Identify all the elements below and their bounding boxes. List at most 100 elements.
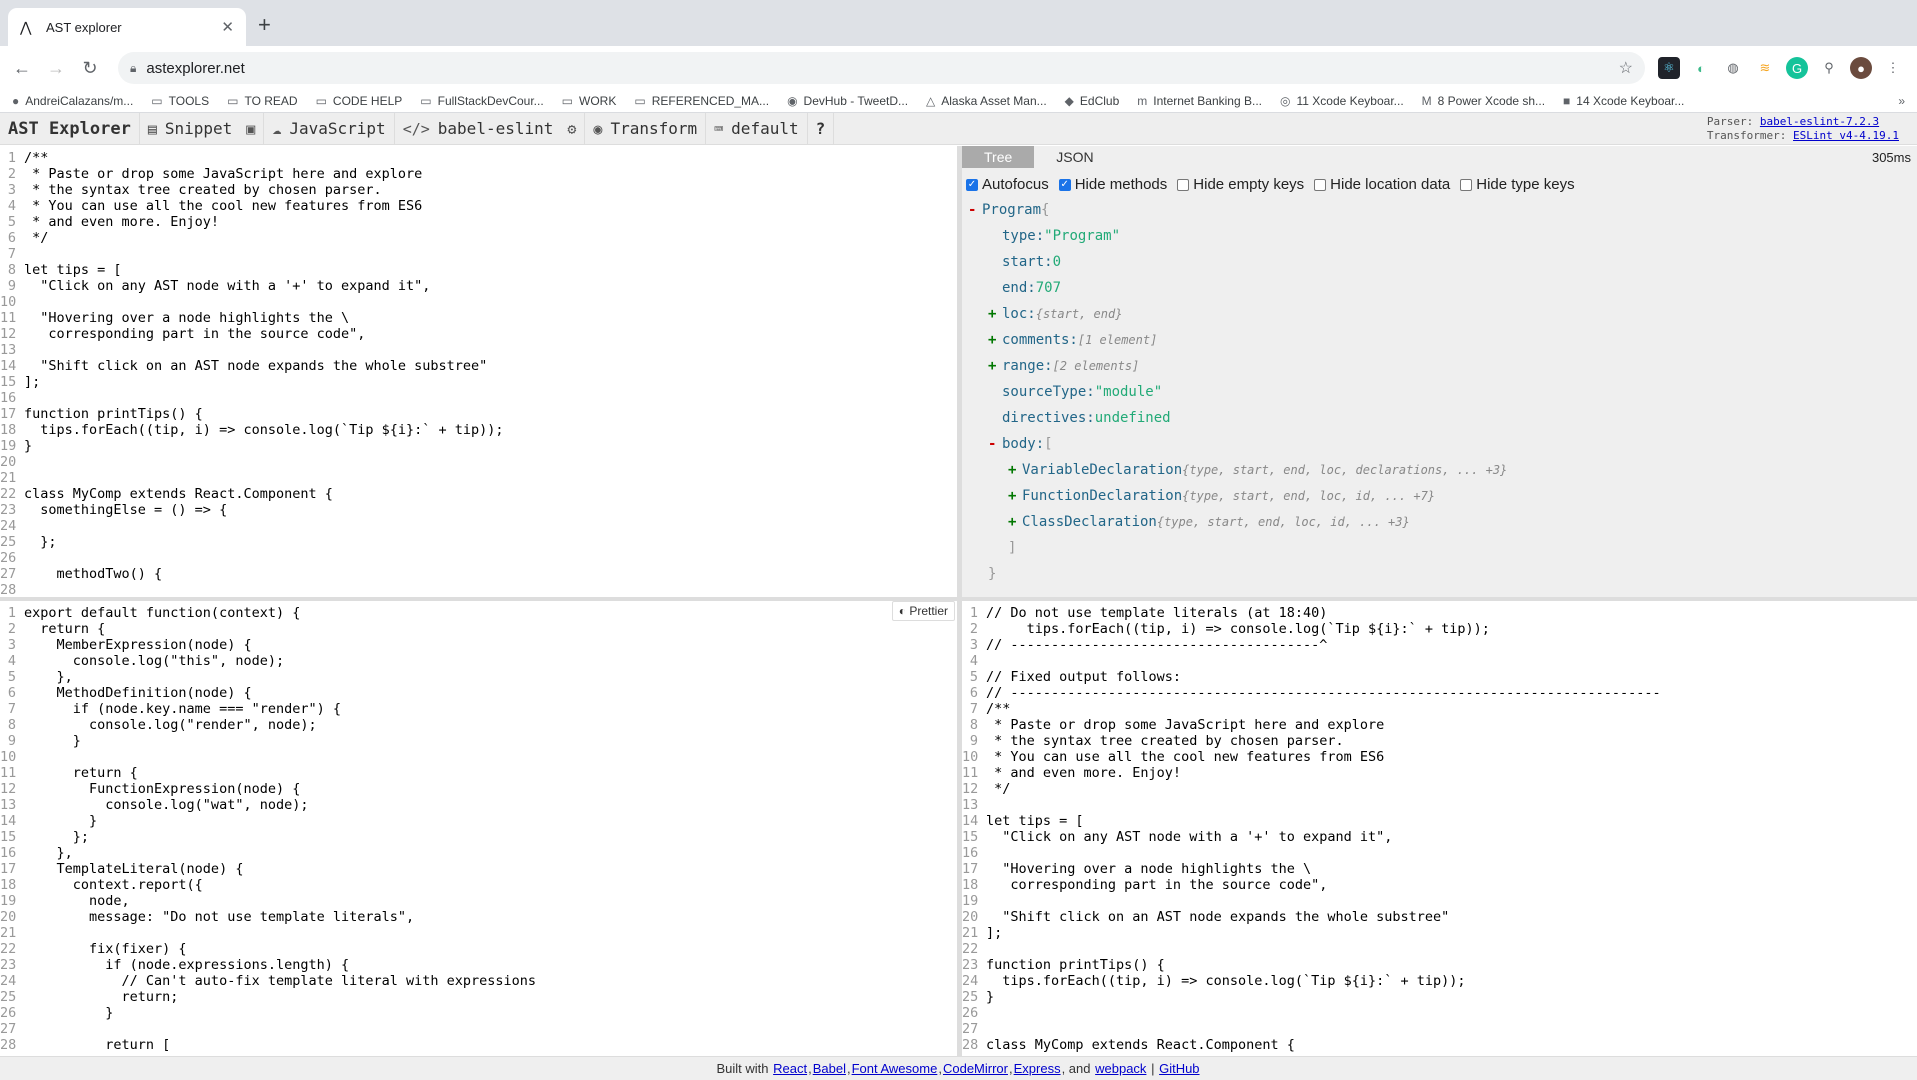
horizontal-splitter[interactable] (0, 597, 1917, 601)
option-hide-empty-keys[interactable]: Hide empty keys (1177, 176, 1304, 193)
line-number: 8 (969, 717, 978, 733)
tree-node-loc[interactable]: + loc: {start, end} (968, 301, 1917, 327)
footer-link[interactable]: webpack (1095, 1061, 1146, 1076)
transformer-version-link[interactable]: ESLint v4-4.19.1 (1793, 129, 1899, 142)
parser-version-link[interactable]: babel-eslint-7.2.3 (1760, 115, 1879, 128)
footer-link[interactable]: CodeMirror (943, 1061, 1008, 1076)
bookmark-item[interactable]: m Internet Banking B... (1137, 94, 1262, 108)
option-hide-methods[interactable]: ✓ Hide methods (1058, 176, 1167, 193)
collapse-icon[interactable]: - (968, 202, 982, 218)
bookmark-item[interactable]: ◎ 11 Xcode Keyboar... (1280, 94, 1404, 108)
grammarly-icon[interactable]: G (1786, 57, 1808, 79)
bookmark-item[interactable]: ◆ EdClub (1065, 94, 1120, 108)
tree-node-range[interactable]: + range: [2 elements] (968, 353, 1917, 379)
close-tab-icon[interactable]: ✕ (221, 18, 234, 36)
expand-icon[interactable]: + (1008, 462, 1022, 478)
bookmark-item[interactable]: M 8 Power Xcode sh... (1422, 94, 1545, 108)
option-autofocus[interactable]: ✓ Autofocus (966, 176, 1049, 193)
github-link[interactable]: GitHub (1159, 1061, 1199, 1076)
expand-icon[interactable]: + (988, 306, 1002, 322)
expand-icon[interactable]: + (1008, 514, 1022, 530)
source-editor[interactable]: 1/** 2 * Paste or drop some JavaScript he… (0, 146, 957, 597)
browser-tab[interactable]: ⋀ AST explorer ✕ (8, 8, 246, 46)
collapse-icon[interactable]: - (988, 436, 1002, 452)
globe-icon: ◎ (1279, 94, 1291, 108)
checkbox[interactable] (1314, 178, 1327, 191)
tab-tree[interactable]: Tree (962, 146, 1035, 168)
tree-node-body[interactable]: - body: [ (968, 431, 1917, 457)
reload-icon[interactable]: ↻ (76, 54, 104, 82)
prettier-button[interactable]: ◐ Prettier (891, 601, 955, 621)
bookmark-item[interactable]: △ Alaska Asset Man... (926, 94, 1047, 108)
tree-node-body-item[interactable]: + ClassDeclaration {type, start, end, loc… (968, 509, 1917, 535)
vertical-splitter[interactable] (957, 146, 962, 1056)
bookmark-item[interactable]: ■ 14 Xcode Keyboar... (1563, 94, 1684, 108)
tree-node-program[interactable]: - Program { (968, 197, 1917, 223)
bookmark-item[interactable]: ▭ REFERENCED_MA... (634, 94, 769, 108)
new-tab-icon[interactable]: + (258, 12, 271, 38)
bookmark-label: REFERENCED_MA... (651, 94, 770, 108)
extension-icon[interactable]: ◐ (1690, 57, 1712, 79)
menu-icon[interactable]: ⋮ (1882, 57, 1904, 79)
expand-icon[interactable]: + (988, 358, 1002, 374)
bookmark-item[interactable]: ● AndreiCalazans/m... (12, 94, 133, 108)
parser-settings-gear-icon[interactable]: ⚙ (567, 120, 576, 138)
checkbox[interactable]: ✓ (966, 178, 978, 191)
transform-toggle[interactable]: ◉ Transform (585, 113, 707, 144)
bookmark-item[interactable]: ▭ CODE HELP (316, 94, 403, 108)
keymap-select[interactable]: ⌨ default (706, 113, 808, 144)
source-code[interactable]: 1/** 2 * Paste or drop some JavaScript he… (0, 146, 957, 597)
bookmarks-overflow-icon[interactable]: » (1898, 94, 1905, 108)
bookmark-item[interactable]: ▭ TO READ (227, 94, 297, 108)
forward-icon[interactable]: → (42, 54, 70, 82)
bookmark-item[interactable]: ▭ FullStackDevCour... (420, 94, 543, 108)
expand-icon[interactable]: + (988, 332, 1002, 348)
transform-editor[interactable]: ◐ Prettier 1 export default function(cont… (0, 601, 957, 1056)
bookmark-label: EdClub (1079, 94, 1120, 108)
footer-link[interactable]: Babel (813, 1061, 846, 1076)
address-bar[interactable]: 🔒︎ astexplorer.net ☆ (118, 52, 1645, 84)
react-devtools-icon[interactable]: ⚛ (1658, 57, 1680, 79)
code-line: 4 console.log("this", node); (0, 653, 957, 669)
profile-avatar[interactable]: ● (1850, 57, 1872, 79)
bookmark-star-icon[interactable]: ☆ (1619, 58, 1633, 78)
bookmark-item[interactable]: ▭ WORK (562, 94, 617, 108)
line-number: 18 (962, 877, 979, 893)
tree-node-body-item[interactable]: + VariableDeclaration {type, start, end, … (968, 457, 1917, 483)
line-number: 6 (7, 685, 16, 701)
bookmark-item[interactable]: ▭ TOOLS (151, 94, 209, 108)
checkbox[interactable] (1460, 178, 1473, 191)
line-text: }, (24, 845, 73, 861)
expand-icon[interactable]: + (1008, 488, 1022, 504)
tab-json[interactable]: JSON (1034, 146, 1115, 168)
snippet-menu[interactable]: ▤ Snippet ▣ (140, 113, 265, 144)
option-hide-type-keys[interactable]: Hide type keys (1460, 176, 1575, 193)
tree-node-comments[interactable]: + comments: [1 element] (968, 327, 1917, 353)
tree-node-body-item[interactable]: + FunctionDeclaration {type, start, end, … (968, 483, 1917, 509)
checkbox[interactable] (1177, 178, 1190, 191)
line-number: 28 (962, 1037, 979, 1053)
footer-link[interactable]: Font Awesome (852, 1061, 938, 1076)
back-icon[interactable]: ← (8, 54, 36, 82)
extension-icon[interactable]: ≋ (1754, 57, 1776, 79)
checkbox[interactable]: ✓ (1058, 178, 1071, 191)
line-number: 7 (7, 246, 16, 262)
parser-select[interactable]: </> babel-eslint ⚙ (395, 113, 586, 144)
code-line: 23 if (node.expressions.length) { (0, 957, 957, 973)
line-number: 1 (7, 150, 16, 166)
help-button[interactable]: ? (808, 113, 835, 144)
bookmarks-bar: ● AndreiCalazans/m... ▭ TOOLS ▭ TO READ ▭ CODE … (0, 90, 1917, 113)
language-select[interactable]: ☁ JavaScript (264, 113, 395, 144)
bookmark-item[interactable]: ◉ DevHub - TweetD... (787, 94, 908, 108)
code-line: 12 */ (962, 781, 1917, 797)
code-line: 21 (0, 470, 957, 486)
footer-link[interactable]: React (773, 1061, 807, 1076)
save-icon[interactable]: ▣ (246, 120, 255, 138)
option-hide-location-data[interactable]: Hide location data (1314, 176, 1450, 193)
transform-code[interactable]: 1 export default function(context) {2 ret… (0, 601, 957, 1053)
footer-link[interactable]: Express (1014, 1061, 1061, 1076)
extension-icon[interactable]: ⚲ (1818, 57, 1840, 79)
extension-icon[interactable]: ◍ (1722, 57, 1744, 79)
snippet-label: Snippet (164, 119, 233, 138)
code-line: 9 * the syntax tree created by chosen pa… (962, 733, 1917, 749)
